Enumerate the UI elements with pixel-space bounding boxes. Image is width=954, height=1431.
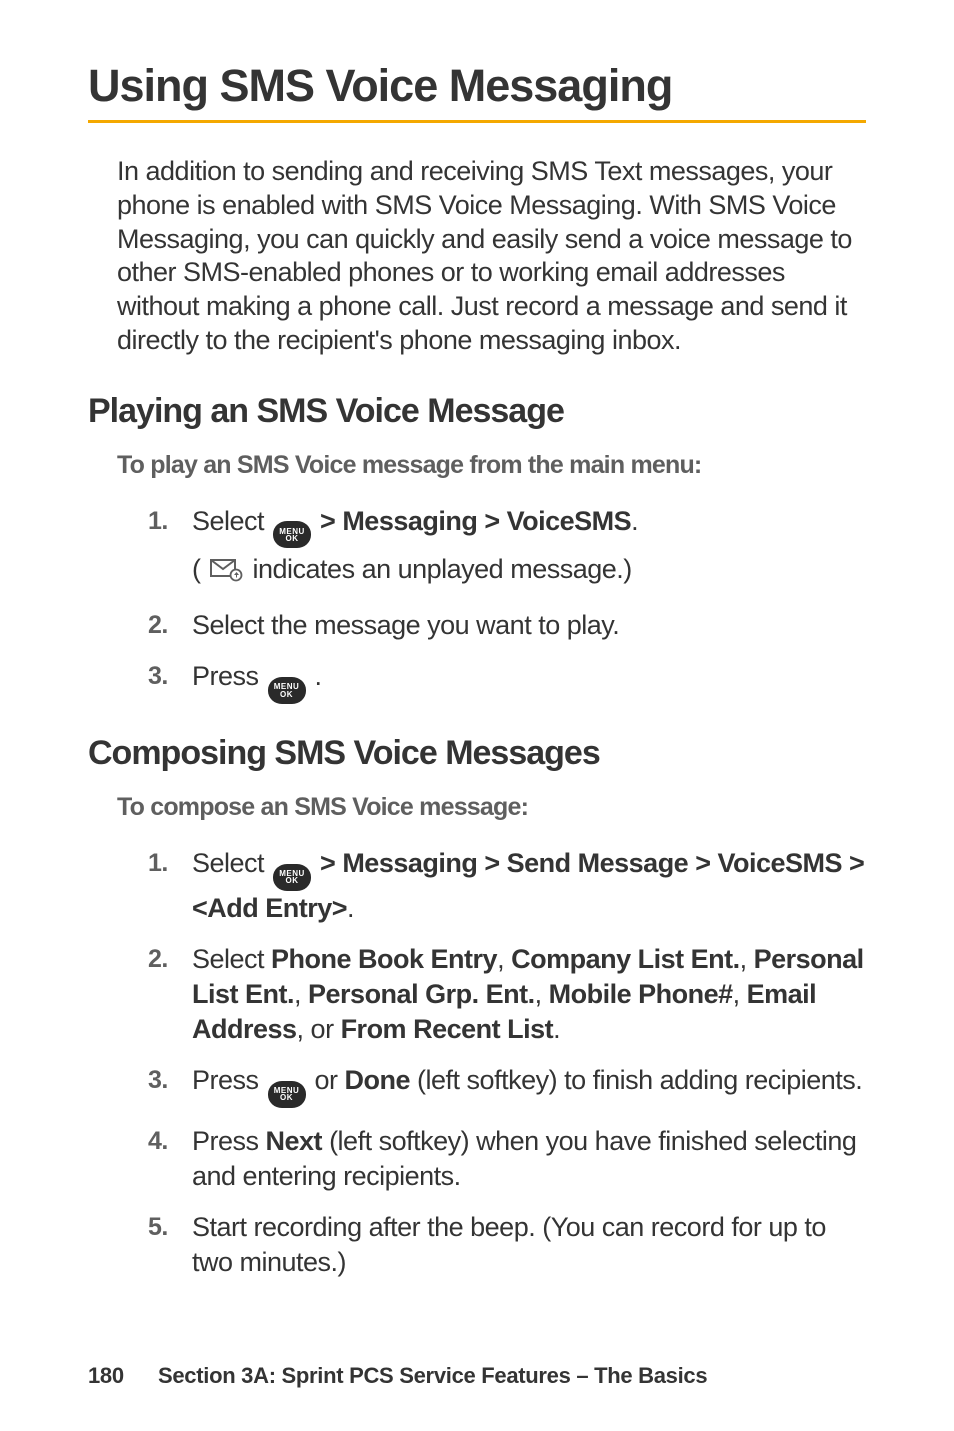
step-number: 2.: [148, 942, 192, 976]
softkey-label: Next: [266, 1126, 323, 1156]
step-text: ,: [535, 979, 549, 1009]
step-text: or: [308, 1065, 345, 1095]
intro-paragraph: In addition to sending and receiving SMS…: [117, 155, 866, 358]
playing-steps-list: 1. Select MENUOK > Messaging > VoiceSMS.…: [148, 504, 866, 705]
step-text: Press: [192, 661, 266, 691]
section-label: Section 3A: Sprint PCS Service Features …: [158, 1363, 707, 1388]
step-text: ,: [733, 979, 747, 1009]
menu-ok-key-icon: MENUOK: [268, 1081, 306, 1108]
step-text: Select: [192, 506, 271, 536]
page-footer: 180Section 3A: Sprint PCS Service Featur…: [88, 1363, 707, 1389]
step-body: Start recording after the beep. (You can…: [192, 1210, 866, 1280]
step-number: 1.: [148, 504, 192, 538]
section-playing-heading: Playing an SMS Voice Message: [88, 392, 866, 431]
list-item: 1. Select MENUOK > Messaging > Send Mess…: [148, 846, 866, 926]
section-playing-subhead: To play an SMS Voice message from the ma…: [117, 451, 866, 480]
step-text: .: [553, 1014, 560, 1044]
option: From Recent List: [341, 1014, 554, 1044]
list-item: 5. Start recording after the beep. (You …: [148, 1210, 866, 1280]
list-item: 2. Select the message you want to play.: [148, 608, 866, 643]
softkey-label: Done: [345, 1065, 411, 1095]
option: Company List Ent.: [511, 944, 740, 974]
section-composing-subhead: To compose an SMS Voice message:: [117, 793, 866, 822]
composing-steps-list: 1. Select MENUOK > Messaging > Send Mess…: [148, 846, 866, 1280]
step-number: 3.: [148, 1063, 192, 1097]
menu-ok-key-icon: MENUOK: [273, 864, 311, 891]
step-subtext: ( indicates an unplayed message.): [192, 552, 866, 592]
step-body: Press MENUOK .: [192, 659, 866, 704]
step-body: Press MENUOK or Done (left softkey) to f…: [192, 1063, 866, 1108]
step-text: Select: [192, 944, 271, 974]
step-text: (left softkey) to finish adding recipien…: [410, 1065, 862, 1095]
menu-ok-key-icon: MENUOK: [273, 521, 311, 548]
page-title: Using SMS Voice Messaging: [88, 60, 866, 112]
list-item: 1. Select MENUOK > Messaging > VoiceSMS.…: [148, 504, 866, 593]
step-text: .: [347, 893, 354, 923]
step-text: .: [631, 506, 638, 536]
step-text: Press: [192, 1126, 266, 1156]
step-body: Select Phone Book Entry, Company List En…: [192, 942, 866, 1047]
page-number: 180: [88, 1363, 158, 1389]
unplayed-message-icon: [210, 557, 244, 592]
menu-ok-key-icon: MENUOK: [268, 677, 306, 704]
step-body: Press Next (left softkey) when you have …: [192, 1124, 866, 1194]
step-text: (: [192, 554, 208, 584]
step-number: 4.: [148, 1124, 192, 1158]
step-number: 3.: [148, 659, 192, 693]
step-text: indicates an unplayed message.): [246, 554, 632, 584]
step-body: Select MENUOK > Messaging > Send Message…: [192, 846, 866, 926]
option: Mobile Phone#: [549, 979, 733, 1009]
step-text: ,: [740, 944, 754, 974]
step-number: 2.: [148, 608, 192, 642]
menu-path: > Messaging > VoiceSMS: [313, 506, 631, 536]
step-text: Select: [192, 848, 271, 878]
step-number: 1.: [148, 846, 192, 880]
title-underline: [88, 120, 866, 123]
step-number: 5.: [148, 1210, 192, 1244]
list-item: 2. Select Phone Book Entry, Company List…: [148, 942, 866, 1047]
section-composing-heading: Composing SMS Voice Messages: [88, 734, 866, 773]
step-text: Press: [192, 1065, 266, 1095]
option: Personal Grp. Ent.: [308, 979, 535, 1009]
option: Phone Book Entry: [271, 944, 497, 974]
step-body: Select the message you want to play.: [192, 608, 866, 643]
step-text: ,: [497, 944, 511, 974]
step-body: Select MENUOK > Messaging > VoiceSMS. ( …: [192, 504, 866, 593]
list-item: 3. Press MENUOK or Done (left softkey) t…: [148, 1063, 866, 1108]
step-text: .: [308, 661, 322, 691]
list-item: 4. Press Next (left softkey) when you ha…: [148, 1124, 866, 1194]
step-text: ,: [294, 979, 308, 1009]
list-item: 3. Press MENUOK .: [148, 659, 866, 704]
step-text: , or: [297, 1014, 341, 1044]
